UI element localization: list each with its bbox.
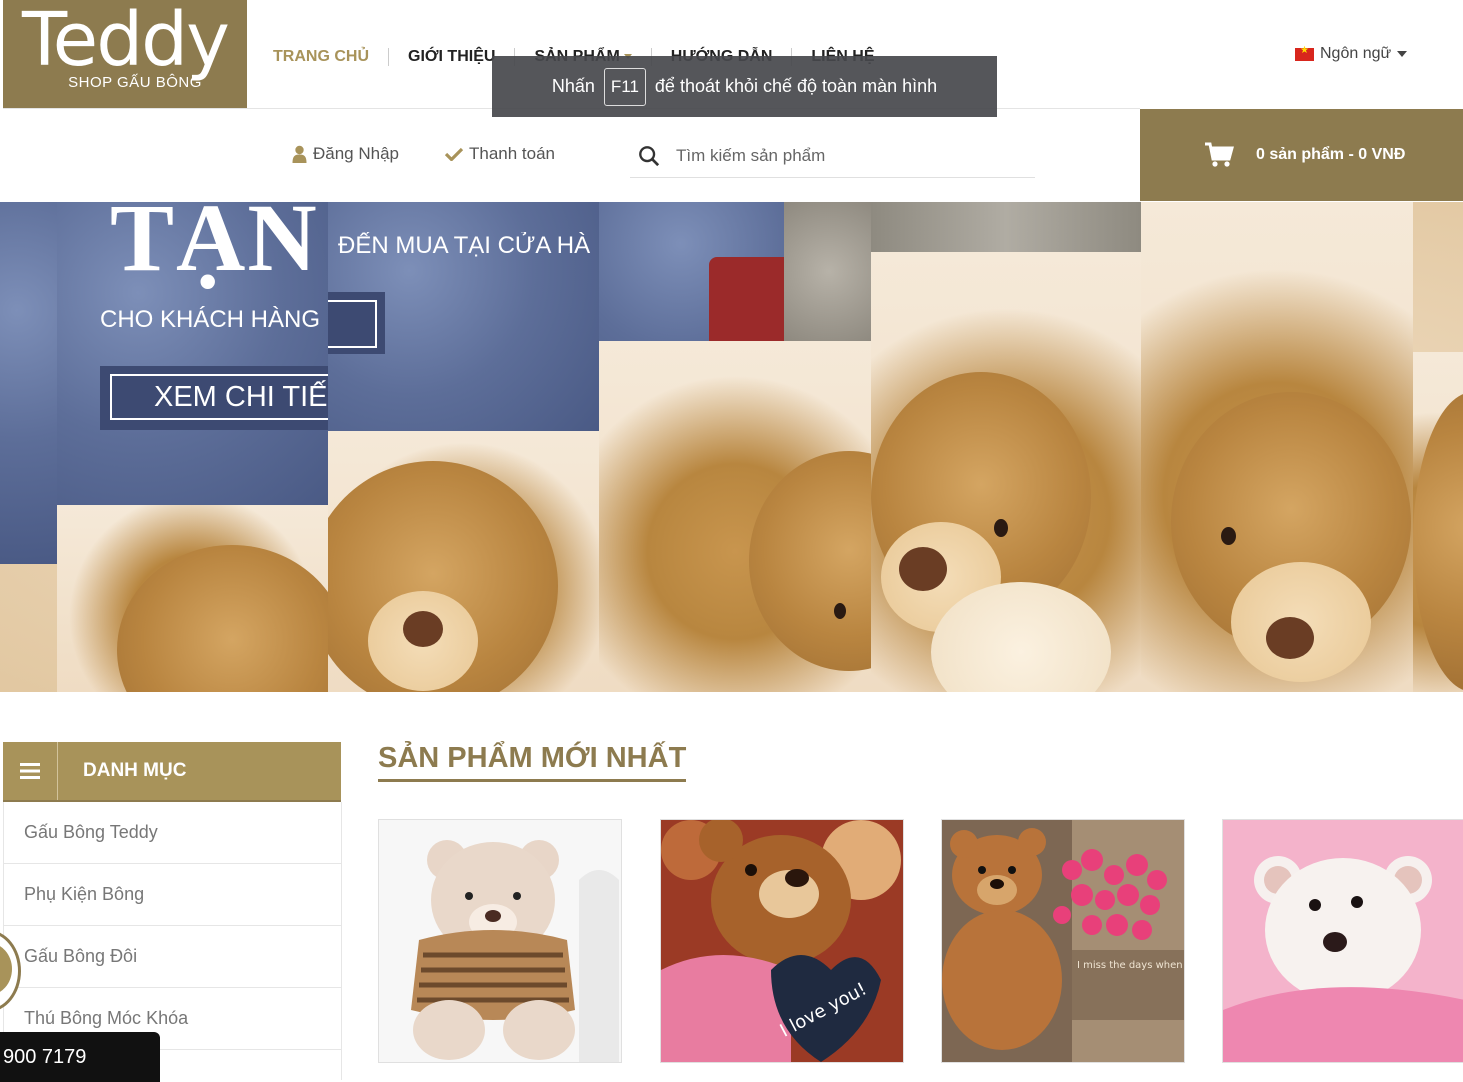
banner-tile bbox=[57, 505, 328, 692]
banner-tile bbox=[599, 341, 871, 692]
bear-image bbox=[117, 545, 328, 692]
product-card[interactable] bbox=[378, 819, 622, 1063]
nav-home[interactable]: TRANG CHỦ bbox=[254, 48, 388, 66]
banner-tile bbox=[1141, 202, 1413, 692]
category-header[interactable]: DANH MỤC bbox=[3, 742, 341, 802]
vietnam-flag-icon bbox=[1295, 45, 1314, 61]
logo[interactable]: Teddy SHOP GẤU BÔNG bbox=[3, 0, 247, 108]
cart-summary: 0 sản phẩm - 0 VNĐ bbox=[1256, 146, 1406, 163]
banner-headline: TẬN bbox=[110, 202, 319, 291]
product-card[interactable]: I love you! bbox=[660, 819, 904, 1063]
checkout-label: Thanh toán bbox=[469, 144, 556, 163]
checkout-link[interactable]: Thanh toán bbox=[445, 144, 555, 164]
cart-button[interactable]: 0 sản phẩm - 0 VNĐ bbox=[1140, 109, 1463, 201]
bear-image bbox=[994, 519, 1008, 537]
product-card[interactable] bbox=[1222, 819, 1463, 1063]
banner-line2: ĐẾN MUA TẠI CỬA HÀ bbox=[338, 232, 591, 259]
notice-prefix: Nhấn bbox=[551, 76, 595, 96]
banner-frame-border bbox=[328, 300, 377, 348]
fur-image bbox=[784, 202, 871, 341]
view-details-label: XEM CHI TIẾT bbox=[154, 380, 346, 413]
banner-line1: CHO KHÁCH HÀNG bbox=[100, 306, 321, 333]
bear-image bbox=[834, 603, 846, 619]
bear-image bbox=[1221, 527, 1236, 545]
hero-banner[interactable]: TẬN CHO KHÁCH HÀNG ĐẾN MUA TẠI CỬA HÀ XE… bbox=[0, 202, 1463, 692]
product-card[interactable]: I miss the days when all it took to make… bbox=[941, 819, 1185, 1063]
hotline-number: 900 7179 bbox=[3, 1045, 87, 1068]
caret-down-icon bbox=[1397, 51, 1408, 57]
banner-tile bbox=[871, 252, 1141, 692]
product-image bbox=[1223, 820, 1463, 1062]
checkmark-icon bbox=[445, 147, 463, 161]
bear-image bbox=[403, 611, 443, 647]
hotline-bar[interactable]: 900 7179 bbox=[0, 1032, 160, 1082]
search-input[interactable] bbox=[674, 145, 1018, 167]
view-details-button[interactable]: XEM CHI TIẾT bbox=[110, 374, 346, 420]
notice-suffix: để thoát khỏi chế độ toàn màn hình bbox=[654, 76, 938, 96]
fullscreen-notice: Nhấn F11 để thoát khỏi chế độ toàn màn h… bbox=[492, 56, 997, 117]
bear-image bbox=[899, 547, 947, 591]
category-item[interactable]: Gấu Bông Teddy bbox=[4, 802, 341, 864]
logo-text: Teddy bbox=[22, 0, 230, 83]
section-title: SẢN PHẨM MỚI NHẤT bbox=[378, 742, 687, 782]
search-icon[interactable] bbox=[638, 145, 660, 167]
category-item[interactable]: Gấu Bông Đôi bbox=[4, 926, 341, 988]
login-link[interactable]: Đăng Nhập bbox=[292, 144, 399, 164]
banner-frame bbox=[328, 292, 385, 354]
language-selector[interactable]: Ngôn ngữ bbox=[1295, 45, 1408, 63]
search-box bbox=[630, 135, 1035, 178]
banner-tile bbox=[1413, 352, 1463, 692]
bear-image bbox=[1413, 392, 1463, 692]
login-label: Đăng Nhập bbox=[313, 144, 400, 163]
banner-tile bbox=[0, 202, 57, 564]
category-item[interactable]: Phụ Kiện Bông bbox=[4, 864, 341, 926]
banner-tile bbox=[328, 431, 599, 692]
bear-image bbox=[749, 451, 871, 671]
product-image: I miss the days when all it took to make… bbox=[942, 820, 1184, 1062]
product-image bbox=[379, 820, 621, 1062]
banner-tile bbox=[871, 202, 1141, 252]
category-title: DANH MỤC bbox=[83, 760, 187, 781]
cart-icon bbox=[1205, 142, 1234, 167]
product-image: I love you! bbox=[661, 820, 903, 1062]
banner-tile bbox=[599, 202, 871, 341]
user-icon bbox=[292, 145, 307, 163]
notice-key: F11 bbox=[603, 67, 646, 106]
product-caption: I miss the days when all it took to make… bbox=[1077, 960, 1184, 971]
language-label: Ngôn ngữ bbox=[1320, 45, 1392, 62]
bear-image bbox=[1266, 617, 1314, 659]
hamburger-icon[interactable] bbox=[3, 742, 58, 800]
